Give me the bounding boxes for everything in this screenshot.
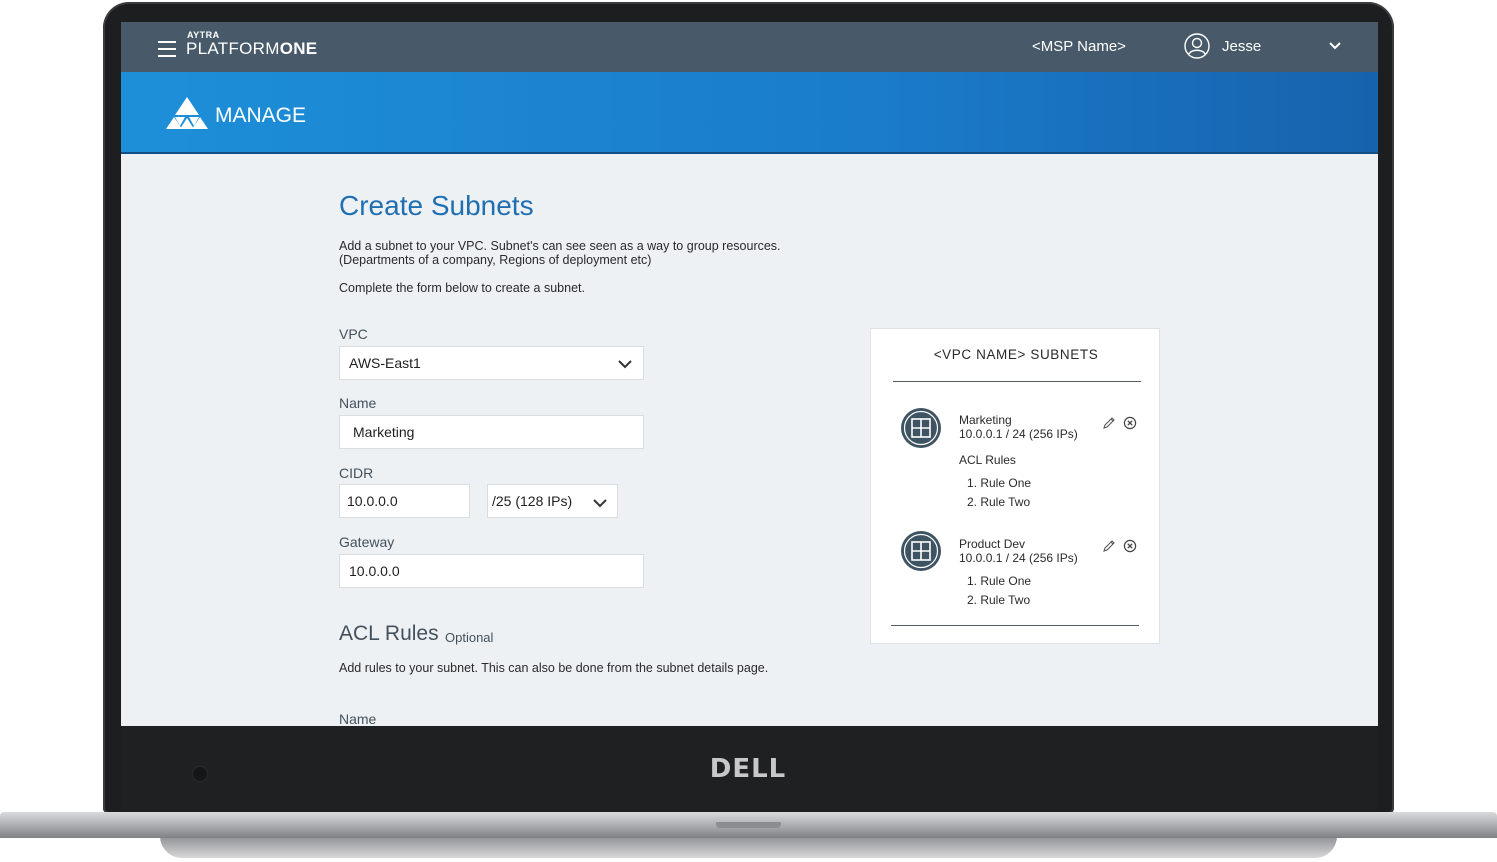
- device-brand-logo: DELL: [709, 754, 787, 784]
- acl-name-label: Name: [339, 711, 377, 726]
- delete-circle-x-icon[interactable]: [1123, 416, 1137, 430]
- subnets-panel: <VPC NAME> SUBNETS Marketing 10.0.0.1 / …: [870, 328, 1160, 644]
- subnet-rule: 2. Rule Two: [967, 593, 1031, 607]
- vpc-select-value: AWS-East1: [349, 355, 421, 371]
- page-description-2: (Departments of a company, Regions of de…: [339, 253, 652, 267]
- subnet-rule: 1. Rule One: [967, 476, 1032, 490]
- top-navigation-bar: AYTRA PLATFORMONE <MSP Name> Jesse: [121, 22, 1378, 72]
- delete-circle-x-icon[interactable]: [1123, 539, 1137, 553]
- app-screen: AYTRA PLATFORMONE <MSP Name> Jesse MANAG…: [121, 22, 1378, 726]
- msp-name-selector[interactable]: <MSP Name>: [1032, 38, 1126, 55]
- logo-text-platform: PLATFORM: [186, 39, 280, 58]
- laptop-base-under: [160, 836, 1337, 858]
- panel-title: <VPC NAME> SUBNETS: [933, 347, 1099, 362]
- cidr-mask-value: /25 (128 IPs): [492, 493, 573, 509]
- manage-logo-icon: [166, 97, 208, 129]
- page-title: Create Subnets: [339, 190, 534, 221]
- subnet-rule: 1. Rule One: [967, 574, 1032, 588]
- name-label: Name: [339, 395, 377, 411]
- cidr-mask-select[interactable]: /25 (128 IPs): [487, 484, 618, 518]
- cidr-ip-input[interactable]: 10.0.0.0: [339, 484, 470, 518]
- acl-description: Add rules to your subnet. This can also …: [339, 661, 769, 675]
- user-avatar-icon[interactable]: [1184, 33, 1210, 59]
- chevron-down-icon[interactable]: [1328, 41, 1342, 51]
- vpc-select[interactable]: AWS-East1: [339, 346, 644, 380]
- cidr-label: CIDR: [339, 465, 374, 481]
- subnet-name[interactable]: Marketing: [959, 413, 1012, 427]
- panel-divider-bottom: [891, 625, 1139, 626]
- gateway-label: Gateway: [339, 534, 395, 550]
- gateway-input[interactable]: 10.0.0.0: [339, 554, 644, 588]
- edit-pencil-icon[interactable]: [1102, 416, 1116, 430]
- page-description: Add a subnet to your VPC. Subnet's can s…: [339, 239, 781, 253]
- chevron-down-icon: [593, 499, 607, 508]
- hamburger-icon[interactable]: [158, 41, 176, 57]
- acl-optional-tag: Optional: [445, 630, 494, 645]
- chevron-down-icon: [618, 360, 632, 369]
- vpc-label: VPC: [339, 326, 368, 342]
- name-input[interactable]: Marketing: [339, 415, 644, 449]
- webcam-dot: [193, 767, 207, 781]
- section-banner: MANAGE: [121, 72, 1378, 154]
- laptop-mockup: DELL AYTRA PLATFORMONE <MSP Name> Jesse: [0, 0, 1497, 862]
- subnet-grid-icon: [901, 531, 941, 571]
- subnet-cidr: 10.0.0.1 / 24 (256 IPs): [959, 427, 1078, 441]
- product-logo[interactable]: PLATFORMONE: [186, 39, 317, 59]
- subnet-grid-icon: [901, 408, 941, 448]
- form-instructions: Complete the form below to create a subn…: [339, 281, 585, 295]
- subnet-rule: 2. Rule Two: [967, 495, 1031, 509]
- laptop-hinge-notch: [716, 822, 781, 828]
- acl-rules-heading: ACL Rules: [339, 622, 439, 645]
- subnet-cidr: 10.0.0.1 / 24 (256 IPs): [959, 551, 1078, 565]
- banner-title: MANAGE: [215, 104, 307, 127]
- subnet-acl-heading: ACL Rules: [959, 453, 1016, 467]
- edit-pencil-icon[interactable]: [1102, 539, 1116, 553]
- logo-text-one: ONE: [279, 39, 318, 58]
- panel-divider-top: [893, 381, 1141, 382]
- user-name[interactable]: Jesse: [1222, 38, 1261, 55]
- subnet-name[interactable]: Product Dev: [959, 537, 1025, 551]
